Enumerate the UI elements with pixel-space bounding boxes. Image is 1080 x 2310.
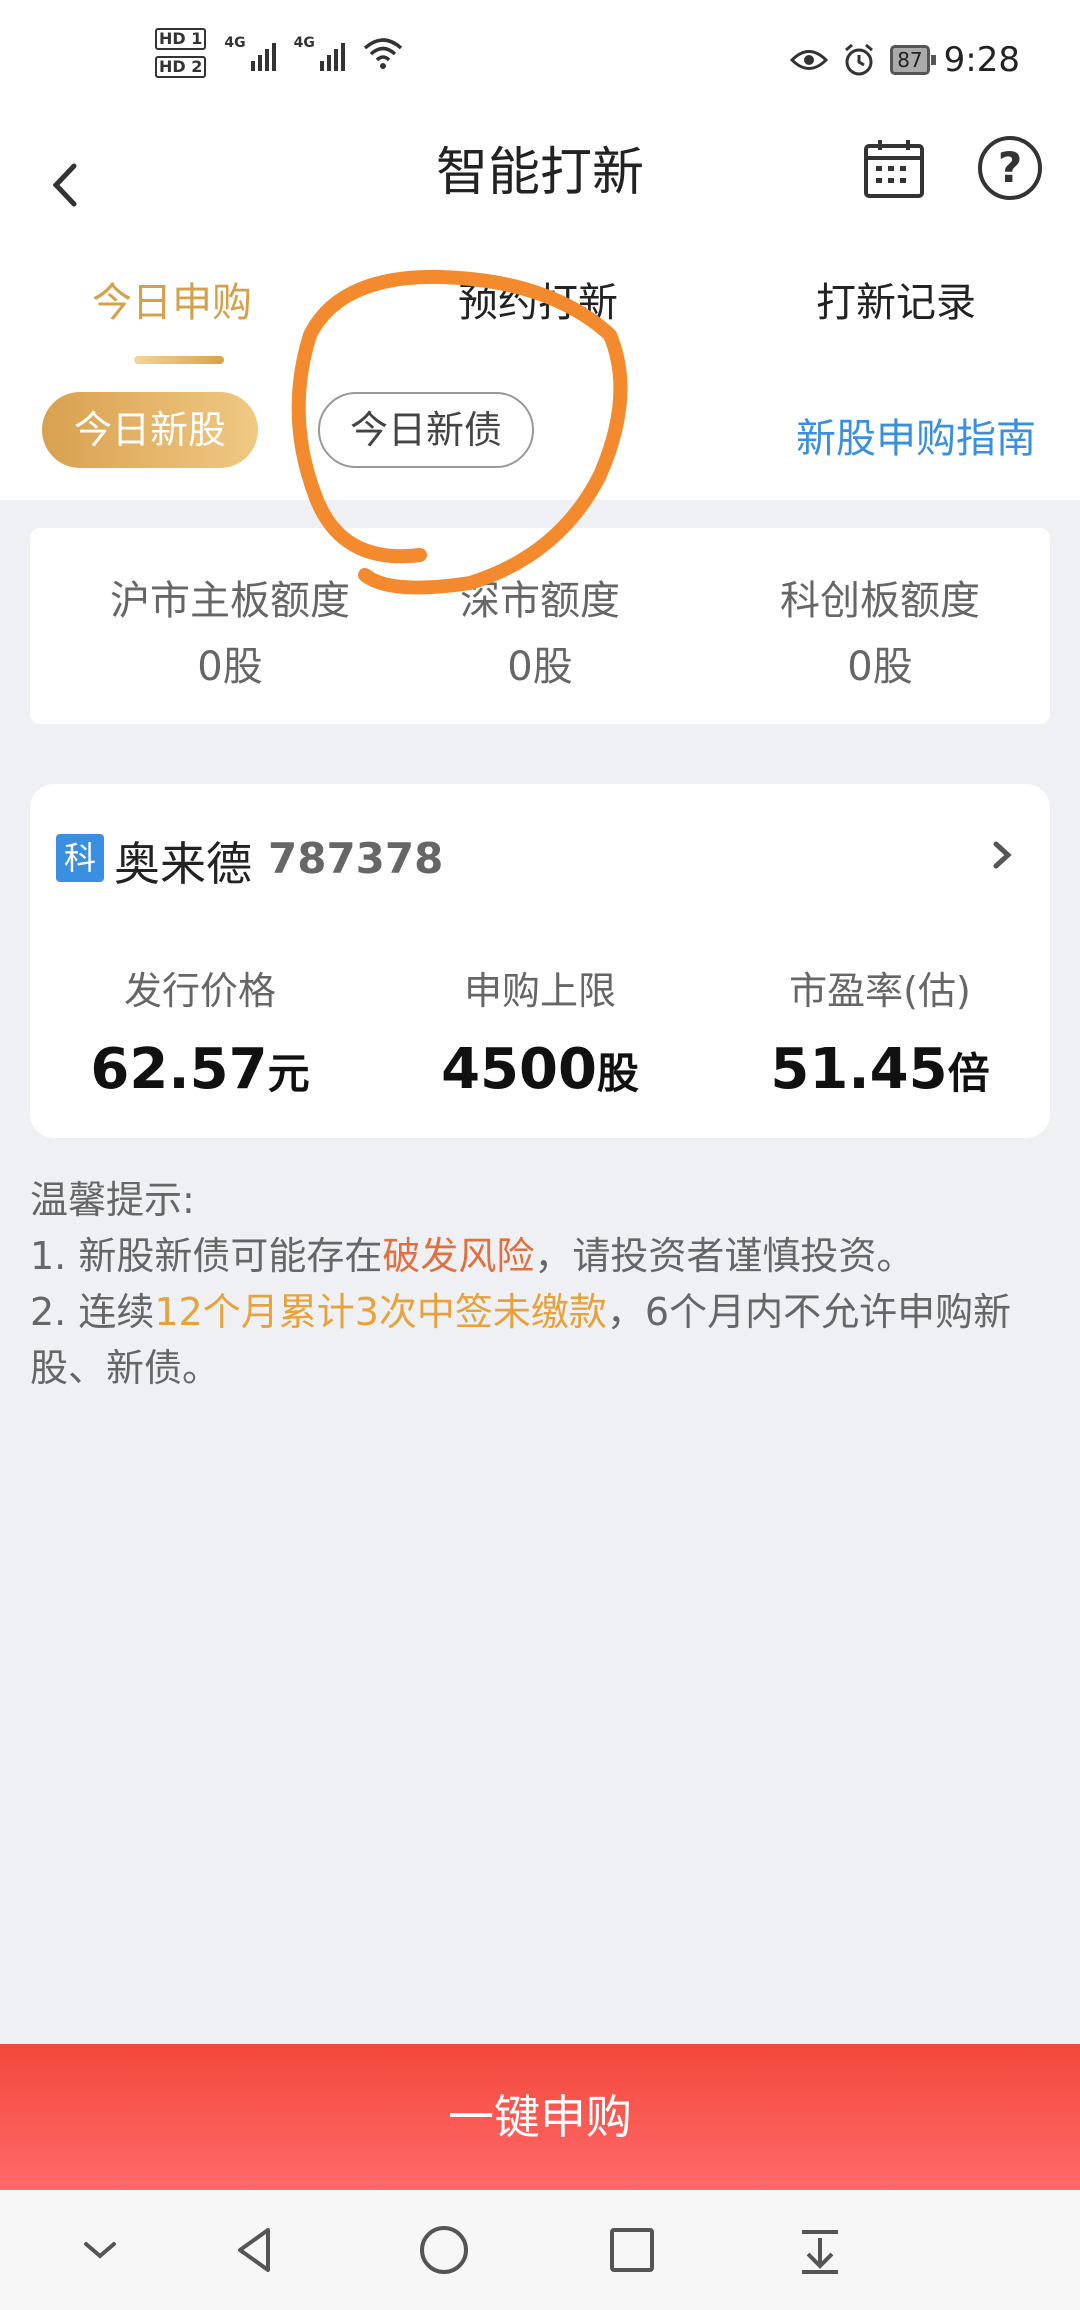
tips-line-2: 2. 连续12个月累计3次中签未缴款，6个月内不允许申购新股、新债。 bbox=[30, 1284, 1050, 1396]
stock-code: 787378 bbox=[268, 834, 444, 883]
one-click-subscribe-button[interactable]: 一键申购 bbox=[0, 2044, 1080, 2190]
tab-bar: 今日申购 预约打新 打新记录 bbox=[0, 270, 1080, 350]
metric-unit: 股 bbox=[596, 1049, 639, 1098]
status-right: 87 9:28 bbox=[790, 40, 1020, 80]
header: 智能打新 ? 今日申购 预约打新 打新记录 今日新股 今日新债 新股申购指南 bbox=[0, 120, 1080, 500]
metric-subscribe-limit: 申购上限 4500股 bbox=[370, 960, 710, 1102]
battery-indicator: 87 bbox=[890, 45, 937, 75]
help-icon[interactable]: ? bbox=[978, 136, 1042, 200]
status-left: HD 1 HD 2 4G 4G bbox=[155, 28, 403, 78]
quota-label: 科创板额度 bbox=[780, 578, 980, 624]
signal-2-icon: 4G bbox=[294, 35, 345, 71]
tab-history[interactable]: 打新记录 bbox=[816, 270, 976, 328]
tips-highlight-risk: 破发风险 bbox=[382, 1234, 535, 1278]
quota-label: 沪市主板额度 bbox=[110, 578, 350, 624]
star-market-badge: 科 bbox=[56, 834, 104, 882]
tips-section: 温馨提示: 1. 新股新债可能存在破发风险，请投资者谨慎投资。 2. 连续12个… bbox=[30, 1172, 1050, 1396]
nav-back-icon[interactable] bbox=[226, 2220, 286, 2280]
quota-sh: 沪市主板额度 0股 bbox=[60, 568, 400, 692]
filter-chips: 今日新股 今日新债 新股申购指南 bbox=[0, 392, 1080, 472]
quota-value: 0股 bbox=[507, 644, 573, 690]
metric-label: 申购上限 bbox=[463, 969, 616, 1013]
metric-pe-ratio: 市盈率(估) 51.45倍 bbox=[710, 960, 1050, 1102]
chip-today-stocks[interactable]: 今日新股 bbox=[42, 392, 258, 468]
stock-name: 奥来德 bbox=[114, 837, 252, 891]
chip-today-bonds[interactable]: 今日新债 bbox=[318, 392, 534, 468]
stock-card[interactable]: 科 奥来德 787378 发行价格 62.57元 申购上限 4500股 市盈率(… bbox=[30, 784, 1050, 1138]
ipo-guide-link[interactable]: 新股申购指南 bbox=[796, 406, 1036, 464]
tips-text: 2. 连续 bbox=[30, 1290, 155, 1334]
calendar-icon[interactable] bbox=[862, 136, 926, 200]
tips-text: ，请投资者谨慎投资。 bbox=[534, 1234, 915, 1278]
net2-label: 4G bbox=[293, 35, 315, 51]
tips-line-1: 1. 新股新债可能存在破发风险，请投资者谨慎投资。 bbox=[30, 1228, 1050, 1284]
tips-title: 温馨提示: bbox=[30, 1178, 195, 1222]
clock: 9:28 bbox=[943, 40, 1020, 80]
system-nav-bar bbox=[0, 2190, 1080, 2310]
quota-card: 沪市主板额度 0股 深市额度 0股 科创板额度 0股 bbox=[30, 528, 1050, 724]
metric-label: 发行价格 bbox=[123, 969, 276, 1013]
nav-home-icon[interactable] bbox=[414, 2220, 474, 2280]
sim-indicators: HD 1 HD 2 bbox=[155, 28, 207, 78]
chevron-right-icon[interactable] bbox=[984, 830, 1020, 880]
status-bar: HD 1 HD 2 4G 4G 87 9:28 bbox=[0, 0, 1080, 120]
nav-download-icon[interactable] bbox=[790, 2220, 850, 2280]
quota-label: 深市额度 bbox=[460, 578, 620, 624]
wifi-icon bbox=[363, 38, 403, 69]
quota-value: 0股 bbox=[197, 644, 263, 690]
metric-issue-price: 发行价格 62.57元 bbox=[30, 960, 370, 1102]
signal-1-icon: 4G bbox=[224, 35, 276, 71]
quota-sz: 深市额度 0股 bbox=[370, 568, 710, 692]
alarm-icon bbox=[845, 43, 874, 76]
tab-reserve[interactable]: 预约打新 bbox=[458, 270, 618, 328]
nav-recents-icon[interactable] bbox=[602, 2220, 662, 2280]
metric-value: 62.57 bbox=[90, 1037, 268, 1102]
metric-value: 51.45 bbox=[770, 1037, 948, 1102]
metric-unit: 倍 bbox=[947, 1049, 990, 1098]
tips-text: 1. 新股新债可能存在 bbox=[30, 1234, 383, 1278]
quota-value: 0股 bbox=[847, 644, 913, 690]
tab-today-subscribe[interactable]: 今日申购 bbox=[92, 270, 252, 328]
sim1-hd-badge: HD 1 bbox=[155, 28, 207, 50]
metric-value: 4500 bbox=[441, 1037, 597, 1102]
metric-unit: 元 bbox=[267, 1049, 310, 1098]
sim2-hd-badge: HD 2 bbox=[155, 56, 207, 78]
metric-label: 市盈率(估) bbox=[789, 969, 971, 1013]
quota-star: 科创板额度 0股 bbox=[710, 568, 1050, 692]
tab-active-indicator bbox=[134, 356, 224, 364]
eye-icon bbox=[790, 50, 829, 70]
nav-collapse-icon[interactable] bbox=[70, 2220, 130, 2280]
net1-label: 4G bbox=[224, 35, 246, 51]
tips-highlight-rule: 12个月累计3次中签未缴款 bbox=[154, 1290, 607, 1334]
